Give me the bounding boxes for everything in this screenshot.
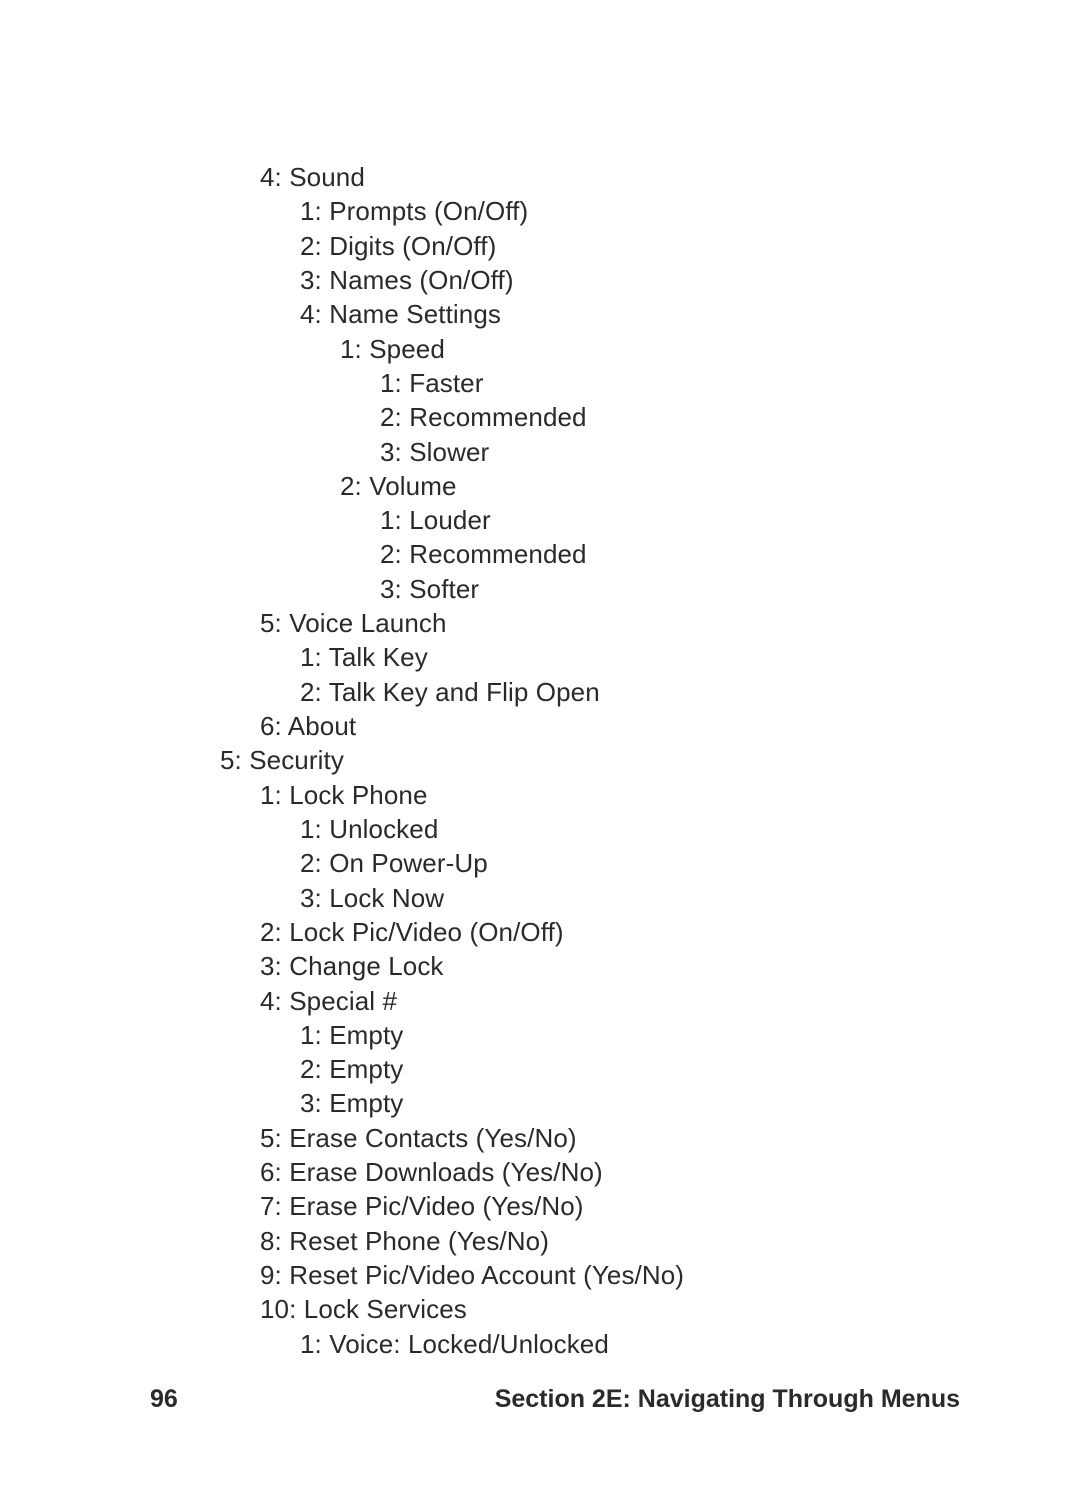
menu-line: 4: Sound	[150, 160, 960, 194]
menu-line: 7: Erase Pic/Video (Yes/No)	[150, 1189, 960, 1223]
menu-line: 2: Volume	[150, 469, 960, 503]
menu-tree: 4: Sound1: Prompts (On/Off)2: Digits (On…	[150, 160, 960, 1361]
menu-line: 2: On Power-Up	[150, 846, 960, 880]
menu-line: 3: Names (On/Off)	[150, 263, 960, 297]
menu-line: 5: Voice Launch	[150, 606, 960, 640]
menu-line: 3: Lock Now	[150, 881, 960, 915]
menu-line: 1: Lock Phone	[150, 778, 960, 812]
menu-line: 2: Talk Key and Flip Open	[150, 675, 960, 709]
menu-line: 1: Unlocked	[150, 812, 960, 846]
document-page: 4: Sound1: Prompts (On/Off)2: Digits (On…	[0, 0, 1080, 1496]
menu-line: 2: Empty	[150, 1052, 960, 1086]
menu-line: 1: Faster	[150, 366, 960, 400]
menu-line: 1: Talk Key	[150, 640, 960, 674]
menu-line: 2: Digits (On/Off)	[150, 229, 960, 263]
menu-line: 1: Voice: Locked/Unlocked	[150, 1327, 960, 1361]
menu-line: 10: Lock Services	[150, 1292, 960, 1326]
menu-line: 1: Speed	[150, 332, 960, 366]
menu-line: 5: Security	[150, 743, 960, 777]
menu-line: 4: Name Settings	[150, 297, 960, 331]
menu-line: 8: Reset Phone (Yes/No)	[150, 1224, 960, 1258]
menu-line: 4: Special #	[150, 984, 960, 1018]
page-number: 96	[150, 1385, 178, 1414]
menu-line: 2: Recommended	[150, 400, 960, 434]
menu-line: 2: Lock Pic/Video (On/Off)	[150, 915, 960, 949]
menu-line: 3: Softer	[150, 572, 960, 606]
menu-line: 1: Louder	[150, 503, 960, 537]
menu-line: 3: Change Lock	[150, 949, 960, 983]
menu-line: 3: Slower	[150, 435, 960, 469]
menu-line: 1: Empty	[150, 1018, 960, 1052]
menu-line: 1: Prompts (On/Off)	[150, 194, 960, 228]
menu-line: 5: Erase Contacts (Yes/No)	[150, 1121, 960, 1155]
page-footer: 96 Section 2E: Navigating Through Menus	[150, 1385, 960, 1414]
section-title: Section 2E: Navigating Through Menus	[495, 1385, 960, 1414]
menu-line: 3: Empty	[150, 1086, 960, 1120]
menu-line: 9: Reset Pic/Video Account (Yes/No)	[150, 1258, 960, 1292]
menu-line: 6: Erase Downloads (Yes/No)	[150, 1155, 960, 1189]
menu-line: 2: Recommended	[150, 537, 960, 571]
menu-line: 6: About	[150, 709, 960, 743]
